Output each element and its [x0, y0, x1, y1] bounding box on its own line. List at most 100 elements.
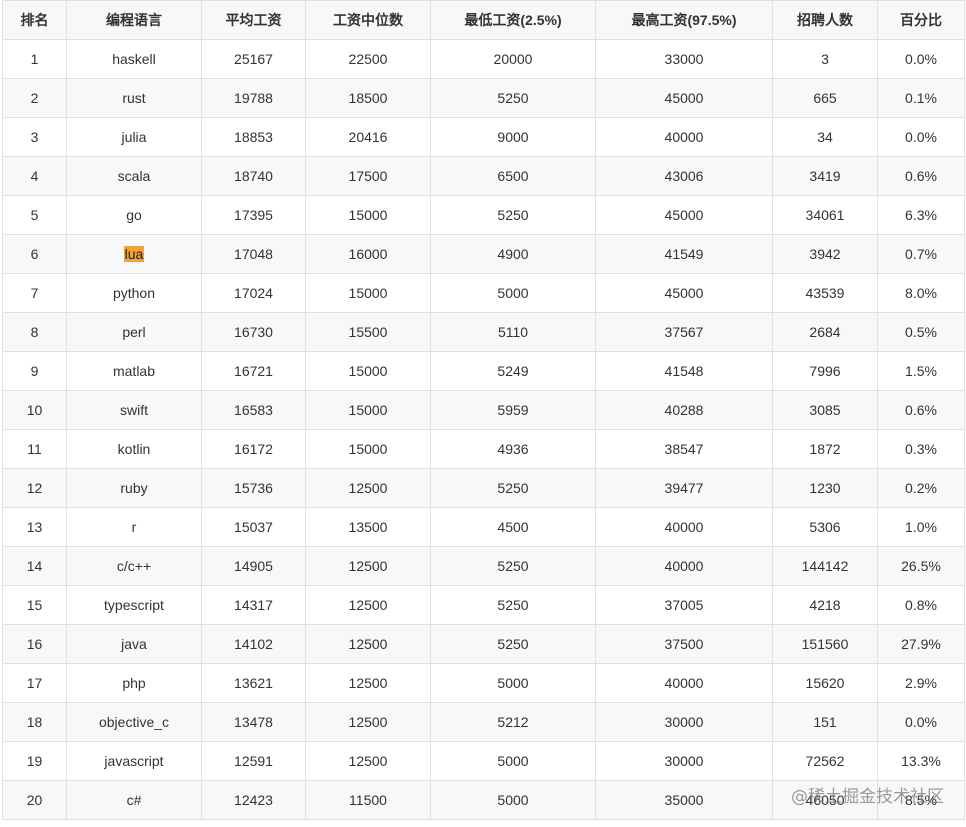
cell-max-salary: 30000: [595, 702, 773, 742]
table-row: 14 c/c++ 14905 12500 5250 40000 144142 26.5%: [2, 546, 965, 586]
cell-rank: 4: [2, 156, 67, 196]
cell-rank: 20: [2, 780, 67, 820]
table-row: 19 javascript 12591 12500 5000 30000 72562 13.3…: [2, 741, 965, 781]
highlighted-text: lua: [123, 246, 145, 262]
cell-rank: 18: [2, 702, 67, 742]
cell-language: perl: [66, 312, 202, 352]
cell-language: julia: [66, 117, 202, 157]
cell-rank: 2: [2, 78, 67, 118]
cell-min-salary: 5000: [430, 780, 596, 820]
cell-median-salary: 12500: [305, 663, 431, 703]
cell-job-count: 1230: [772, 468, 878, 508]
cell-job-count: 72562: [772, 741, 878, 781]
cell-median-salary: 15000: [305, 195, 431, 235]
cell-min-salary: 5250: [430, 195, 596, 235]
cell-min-salary: 5000: [430, 663, 596, 703]
cell-median-salary: 11500: [305, 780, 431, 820]
cell-rank: 3: [2, 117, 67, 157]
header-percentage: 百分比: [877, 0, 965, 40]
cell-max-salary: 30000: [595, 741, 773, 781]
table-row: 3 julia 18853 20416 9000 40000 34 0.0%: [2, 117, 965, 157]
cell-language: lua: [66, 234, 202, 274]
cell-job-count: 151560: [772, 624, 878, 664]
table-row: 15 typescript 14317 12500 5250 37005 4218 0.8%: [2, 585, 965, 625]
table-row: 8 perl 16730 15500 5110 37567 2684 0.5%: [2, 312, 965, 352]
cell-rank: 15: [2, 585, 67, 625]
cell-median-salary: 12500: [305, 468, 431, 508]
cell-min-salary: 5212: [430, 702, 596, 742]
cell-median-salary: 18500: [305, 78, 431, 118]
cell-rank: 8: [2, 312, 67, 352]
cell-max-salary: 41548: [595, 351, 773, 391]
cell-max-salary: 39477: [595, 468, 773, 508]
cell-median-salary: 12500: [305, 702, 431, 742]
cell-job-count: 2684: [772, 312, 878, 352]
cell-max-salary: 41549: [595, 234, 773, 274]
cell-percentage: 0.6%: [877, 156, 965, 196]
cell-median-salary: 20416: [305, 117, 431, 157]
cell-avg-salary: 13478: [201, 702, 306, 742]
cell-max-salary: 40000: [595, 507, 773, 547]
table-header: 排名 编程语言 平均工资 工资中位数 最低工资(2.5%) 最高工资(97.5%…: [2, 0, 965, 40]
table-row: 9 matlab 16721 15000 5249 41548 7996 1.5%: [2, 351, 965, 391]
table-row: 16 java 14102 12500 5250 37500 151560 27.9%: [2, 624, 965, 664]
cell-job-count: 3085: [772, 390, 878, 430]
header-min-salary: 最低工资(2.5%): [430, 0, 596, 40]
cell-rank: 6: [2, 234, 67, 274]
cell-avg-salary: 17024: [201, 273, 306, 313]
cell-job-count: 151: [772, 702, 878, 742]
cell-median-salary: 15000: [305, 273, 431, 313]
cell-language: c/c++: [66, 546, 202, 586]
salary-table: 排名 编程语言 平均工资 工资中位数 最低工资(2.5%) 最高工资(97.5%…: [2, 0, 965, 820]
cell-percentage: 1.0%: [877, 507, 965, 547]
cell-job-count: 34061: [772, 195, 878, 235]
cell-avg-salary: 12591: [201, 741, 306, 781]
cell-percentage: 0.6%: [877, 390, 965, 430]
cell-avg-salary: 14905: [201, 546, 306, 586]
cell-min-salary: 5959: [430, 390, 596, 430]
table-row: 1 haskell 25167 22500 20000 33000 3 0.0%: [2, 39, 965, 79]
cell-min-salary: 4936: [430, 429, 596, 469]
cell-avg-salary: 16583: [201, 390, 306, 430]
cell-min-salary: 5250: [430, 546, 596, 586]
cell-min-salary: 5250: [430, 468, 596, 508]
table-row: 18 objective_c 13478 12500 5212 30000 151 0.0%: [2, 702, 965, 742]
cell-max-salary: 38547: [595, 429, 773, 469]
cell-avg-salary: 19788: [201, 78, 306, 118]
cell-language: rust: [66, 78, 202, 118]
cell-language: matlab: [66, 351, 202, 391]
cell-language: kotlin: [66, 429, 202, 469]
header-language: 编程语言: [66, 0, 202, 40]
cell-max-salary: 33000: [595, 39, 773, 79]
cell-language: c#: [66, 780, 202, 820]
cell-avg-salary: 16172: [201, 429, 306, 469]
cell-max-salary: 40000: [595, 663, 773, 703]
cell-rank: 13: [2, 507, 67, 547]
cell-avg-salary: 16721: [201, 351, 306, 391]
cell-rank: 9: [2, 351, 67, 391]
cell-median-salary: 12500: [305, 585, 431, 625]
cell-max-salary: 37005: [595, 585, 773, 625]
cell-job-count: 15620: [772, 663, 878, 703]
table-row: 5 go 17395 15000 5250 45000 34061 6.3%: [2, 195, 965, 235]
cell-avg-salary: 18740: [201, 156, 306, 196]
cell-median-salary: 13500: [305, 507, 431, 547]
cell-avg-salary: 16730: [201, 312, 306, 352]
cell-min-salary: 5250: [430, 624, 596, 664]
cell-max-salary: 45000: [595, 273, 773, 313]
cell-max-salary: 45000: [595, 195, 773, 235]
cell-job-count: 34: [772, 117, 878, 157]
cell-avg-salary: 25167: [201, 39, 306, 79]
cell-job-count: 7996: [772, 351, 878, 391]
cell-percentage: 0.5%: [877, 312, 965, 352]
cell-percentage: 1.5%: [877, 351, 965, 391]
cell-percentage: 0.1%: [877, 78, 965, 118]
cell-median-salary: 15000: [305, 390, 431, 430]
cell-job-count: 3942: [772, 234, 878, 274]
cell-min-salary: 5000: [430, 273, 596, 313]
table-row: 11 kotlin 16172 15000 4936 38547 1872 0.3%: [2, 429, 965, 469]
cell-median-salary: 12500: [305, 546, 431, 586]
cell-min-salary: 5250: [430, 78, 596, 118]
cell-rank: 1: [2, 39, 67, 79]
header-max-salary: 最高工资(97.5%): [595, 0, 773, 40]
